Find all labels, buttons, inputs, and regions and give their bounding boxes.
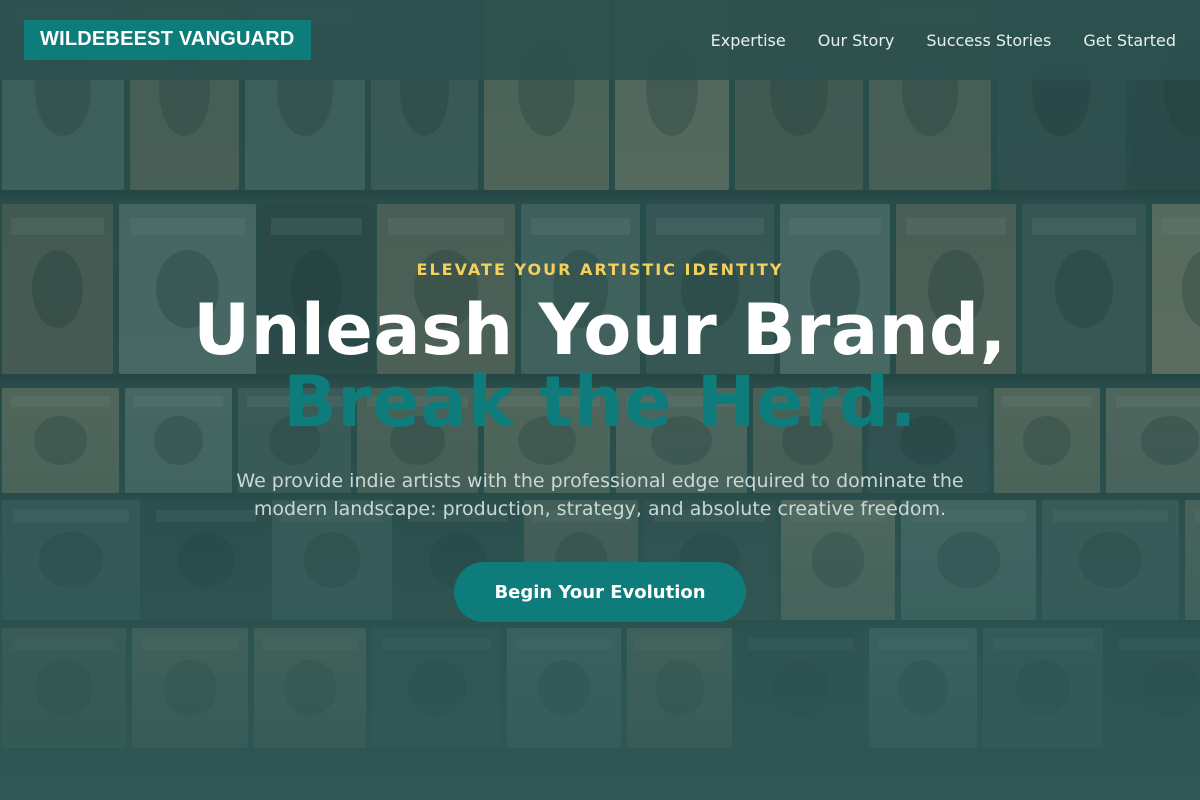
hero-headline-line2: Break the Herd. bbox=[283, 361, 917, 443]
hero-headline: Unleash Your Brand, Break the Herd. bbox=[0, 294, 1200, 438]
nav-link-success-stories[interactable]: Success Stories bbox=[926, 31, 1051, 50]
hero-eyebrow: ELEVATE YOUR ARTISTIC IDENTITY bbox=[416, 260, 784, 279]
hero-headline-line1: Unleash Your Brand, bbox=[193, 289, 1007, 371]
hero-section: ELEVATE YOUR ARTISTIC IDENTITY Unleash Y… bbox=[0, 80, 1200, 800]
brand-logo[interactable]: WILDEBEEST VANGUARD bbox=[24, 20, 311, 60]
main-nav: Expertise Our Story Success Stories Get … bbox=[711, 31, 1176, 50]
nav-link-expertise[interactable]: Expertise bbox=[711, 31, 786, 50]
begin-evolution-button[interactable]: Begin Your Evolution bbox=[454, 562, 746, 622]
hero-subtitle: We provide indie artists with the profes… bbox=[236, 470, 964, 520]
site-header: WILDEBEEST VANGUARD Expertise Our Story … bbox=[0, 0, 1200, 80]
nav-link-get-started[interactable]: Get Started bbox=[1083, 31, 1176, 50]
nav-link-our-story[interactable]: Our Story bbox=[818, 31, 895, 50]
